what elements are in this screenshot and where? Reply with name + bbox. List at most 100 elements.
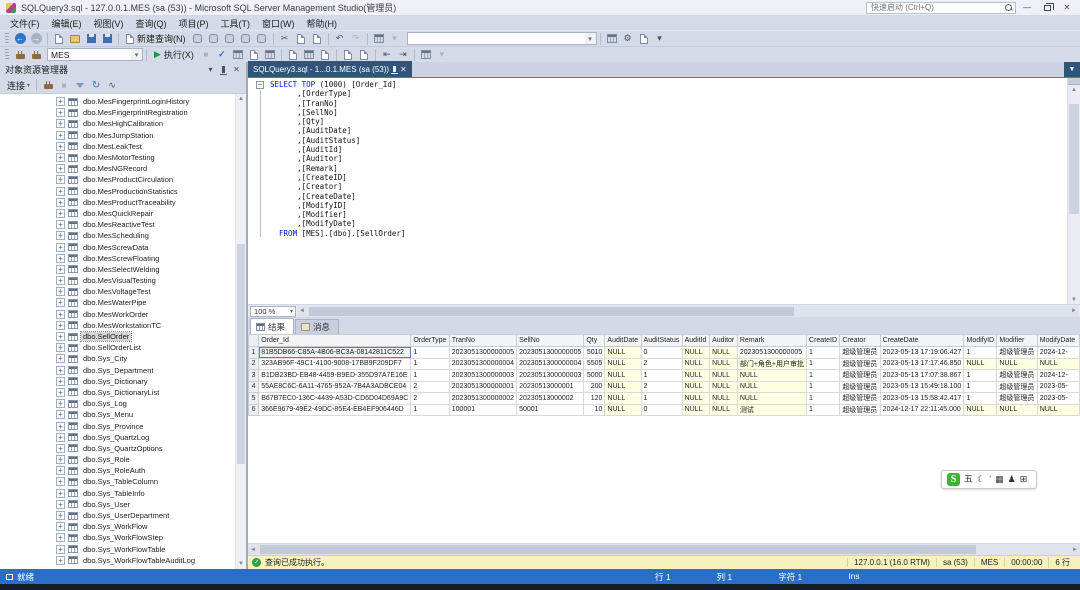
expand-plus-icon[interactable]: + [56,489,65,498]
quick-launch-input[interactable] [869,3,1005,12]
tree-item[interactable]: +dbo.Sys_WorkFlow [0,521,235,532]
grid-column-header[interactable]: CreateDate [880,335,964,347]
grid-cell[interactable]: 1 [807,347,840,359]
code-line[interactable]: ,[AuditDate] [270,126,1066,135]
expand-plus-icon[interactable]: + [56,142,65,151]
expand-plus-icon[interactable]: + [56,433,65,442]
grid-horizontal-scrollbar[interactable]: ◄ ► [248,543,1080,555]
grid-cell[interactable]: 超级管理员 [840,393,880,405]
code-line[interactable]: ,[AuditStatus] [270,136,1066,145]
grid-cell[interactable]: NULL [1037,404,1079,416]
grid-cell[interactable]: 超级管理员 [840,347,880,359]
expand-plus-icon[interactable]: + [56,108,65,117]
code-line[interactable]: ,[ModifyDate] [270,219,1066,228]
expand-plus-icon[interactable]: + [56,231,65,240]
grid-cell[interactable]: NULL [605,358,641,370]
tree-item[interactable]: +dbo.Sys_UserDepartment [0,510,235,521]
tree-item[interactable]: +dbo.MesProductionStatistics [0,186,235,197]
quick-launch-box[interactable] [866,2,1016,14]
display-estimated-plan-button[interactable] [231,48,245,62]
expand-plus-icon[interactable]: + [56,354,65,363]
tab-list-button[interactable]: ▼ [1064,62,1080,77]
tree-item[interactable]: +dbo.MesWorkOrder [0,309,235,320]
grid-cell[interactable]: NULL [682,347,709,359]
results-to-grid-button[interactable] [302,48,316,62]
scroll-up-icon[interactable]: ▲ [1068,85,1080,94]
expand-plus-icon[interactable]: + [56,399,65,408]
grid-cell[interactable]: 2024-12-17 22:11:45.000 [880,404,964,416]
row-number[interactable]: 5 [249,393,259,405]
tab-sqlquery3[interactable]: SQLQuery3.sql - 1...0.1.MES (sa (53)) ✕ [248,61,412,77]
grid-column-header[interactable]: Creator [840,335,880,347]
panel-close-button[interactable]: ✕ [230,64,243,76]
grid-cell[interactable]: 5000 [584,370,605,382]
tree-item[interactable]: +dbo.MesFingerprintRegistration [0,107,235,118]
results-to-file-button[interactable] [318,48,332,62]
expand-plus-icon[interactable]: + [56,545,65,554]
expand-plus-icon[interactable]: + [56,366,65,375]
keyboard-icon[interactable]: ▦ [995,475,1004,484]
grid-cell[interactable]: 5505 [584,358,605,370]
tree-scrollbar[interactable]: ▲ ▼ [235,94,246,569]
scrollbar-thumb[interactable] [237,244,245,464]
copy-button[interactable] [294,32,308,46]
tree-item[interactable]: +dbo.Sys_TableInfo [0,488,235,499]
grid-cell[interactable]: NULL [964,404,997,416]
grid-cell[interactable]: 1 [807,370,840,382]
tree-item[interactable]: +dbo.MesLeakTest [0,141,235,152]
grid-cell[interactable]: 1 [641,370,682,382]
tree-item[interactable]: +dbo.MesMotorTesting [0,152,235,163]
grid-cell[interactable]: B1DB23BD-EB48-4459-B9ED-355D97A7E16E [259,370,411,382]
grid-column-header[interactable]: ModifyDate [1037,335,1079,347]
grid-cell[interactable]: 2023051300000004 [449,358,516,370]
grid-cell[interactable]: 2024-12- [1037,347,1079,359]
tree-item[interactable]: +dbo.MesScrewFloating [0,253,235,264]
expand-plus-icon[interactable]: + [56,153,65,162]
grid-cell[interactable]: 20230513000001 [517,381,584,393]
grid-cell[interactable]: NULL [710,370,738,382]
panel-pin-button[interactable] [217,64,230,76]
grid-column-header[interactable]: Auditor [710,335,738,347]
zoom-selector[interactable]: 100 % ▾ [250,306,296,317]
tree-item[interactable]: +dbo.Sys_User [0,499,235,510]
tree-item[interactable]: +dbo.Sys_DictionaryList [0,387,235,398]
toolbar-grip[interactable] [5,33,9,45]
grid-cell[interactable]: 20230513000002 [517,393,584,405]
expand-plus-icon[interactable]: + [56,522,65,531]
grid-cell[interactable]: 2023051300000003 [517,370,584,382]
comment-button[interactable] [341,48,355,62]
menu-item[interactable]: 查询(Q) [130,16,173,31]
cut-button[interactable]: ✂ [278,32,292,46]
overflow-button-1[interactable]: ▾ [653,32,667,46]
navigate-back-button[interactable]: ← [13,32,27,46]
grid-cell[interactable]: 2023-05-13 17:17:46.850 [880,358,964,370]
grid-cell[interactable]: NULL [605,381,641,393]
code-line[interactable]: ,[Auditor] [270,154,1066,163]
grid-cell[interactable]: 0 [641,347,682,359]
increase-indent-button[interactable]: ⇥ [396,48,410,62]
tree-item[interactable]: +dbo.Sys_QuartzOptions [0,443,235,454]
open-file-button[interactable] [68,32,82,46]
grid-cell[interactable]: NULL [710,404,738,416]
row-number[interactable]: 6 [249,404,259,416]
tree-item[interactable]: +dbo.MesVisualTesting [0,275,235,286]
tree-item[interactable]: +dbo.Sys_Dictionary [0,376,235,387]
menu-item[interactable]: 帮助(H) [301,16,344,31]
grid-cell[interactable]: 测试 [737,404,806,416]
grid-cell[interactable]: 1 [411,370,449,382]
grid-column-header[interactable]: OrderType [411,335,449,347]
grid-column-header[interactable]: SellNo [517,335,584,347]
grid-cell[interactable]: 1 [964,370,997,382]
expand-plus-icon[interactable]: + [56,265,65,274]
results-to-text-button[interactable] [286,48,300,62]
close-button[interactable]: ✕ [1058,1,1076,14]
connect-dropdown[interactable]: 连接 ▾ [4,78,33,93]
code-line[interactable]: ,[ModifyID] [270,201,1066,210]
execute-button[interactable]: ▶ 执行(X) [150,47,198,62]
tree-item[interactable]: +dbo.MesHighCalibration [0,118,235,129]
activity-monitor-button[interactable]: ∿ [105,78,119,92]
fold-collapse-icon[interactable]: − [256,81,264,89]
expand-plus-icon[interactable]: + [56,220,65,229]
code-line[interactable]: ,[Creator] [270,182,1066,191]
change-connection-button[interactable] [29,48,43,62]
